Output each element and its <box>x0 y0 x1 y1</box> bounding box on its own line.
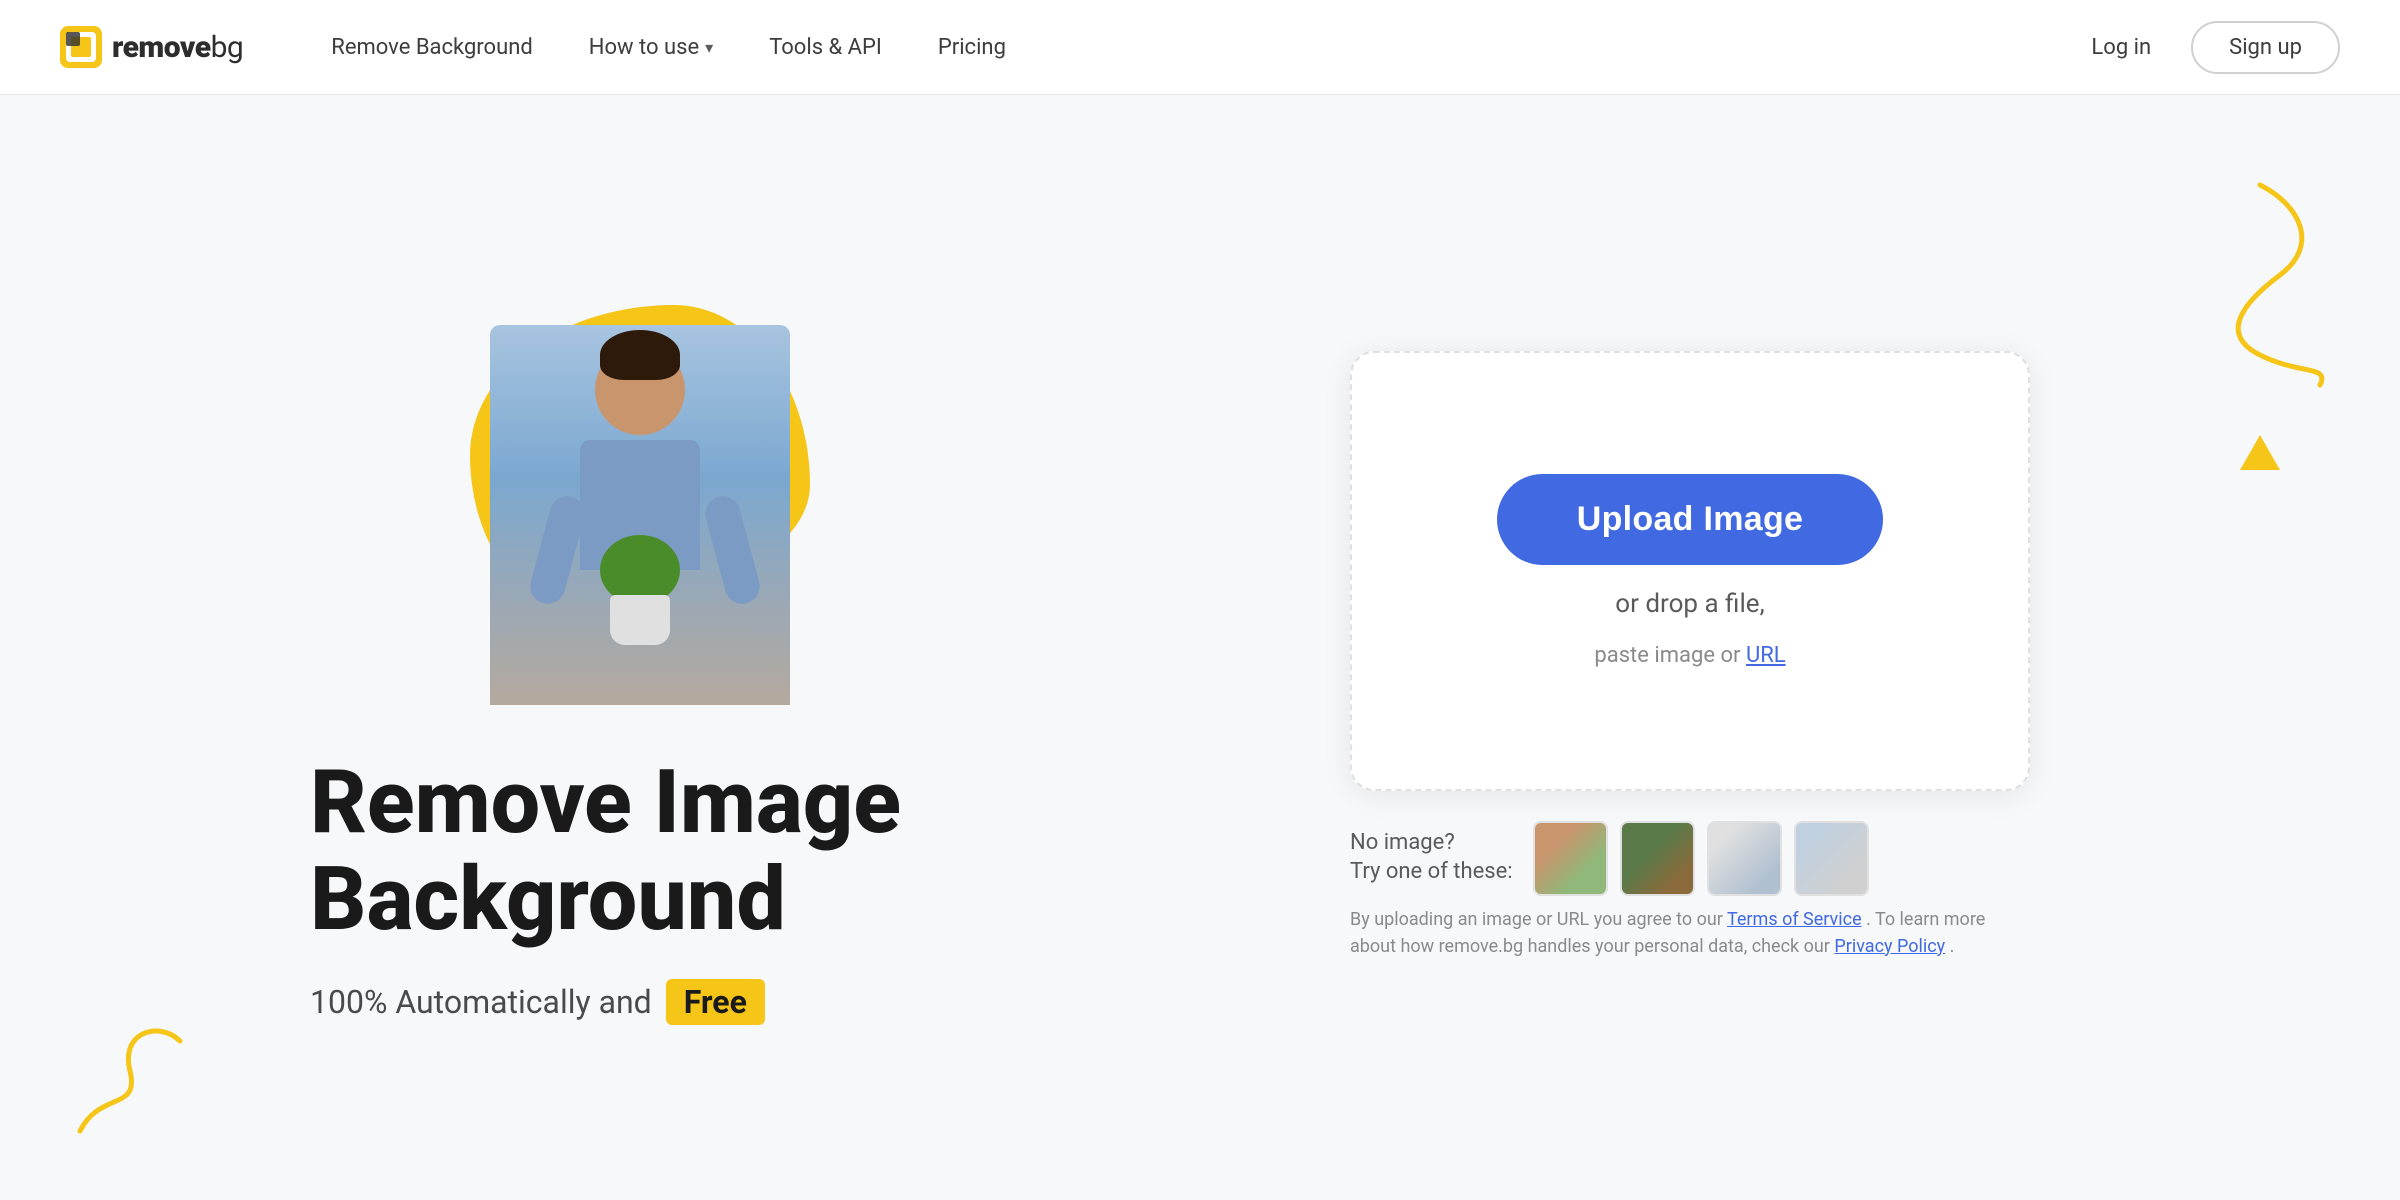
deco-squiggle-top-right <box>2180 175 2340 399</box>
sample-images-container <box>1533 821 1869 896</box>
chevron-down-icon: ▾ <box>705 38 713 57</box>
drop-file-text: or drop a file, <box>1615 589 1764 619</box>
sample-image-1[interactable] <box>1533 821 1608 896</box>
person-head <box>595 345 685 435</box>
navbar: removebg Remove Background How to use ▾ … <box>0 0 2400 95</box>
url-link[interactable]: URL <box>1746 643 1786 668</box>
pot-body <box>610 595 670 645</box>
hero-subtitle: 100% Automatically and Free <box>310 979 1210 1025</box>
signup-button[interactable]: Sign up <box>2191 21 2340 74</box>
nav-item-tools-api[interactable]: Tools & API <box>741 25 910 70</box>
deco-triangle-icon <box>2240 435 2280 479</box>
nav-auth: Log in Sign up <box>2071 21 2340 74</box>
nav-item-how-to-use[interactable]: How to use ▾ <box>561 25 741 70</box>
brand-name: removebg <box>112 30 243 65</box>
sample-image-2[interactable] <box>1620 821 1695 896</box>
person-arm-right <box>701 493 763 608</box>
privacy-link[interactable]: Privacy Policy <box>1834 936 1945 957</box>
terms-text: By uploading an image or URL you agree t… <box>1350 906 2030 960</box>
hero-image-container <box>410 285 970 705</box>
hero-left-content: Remove Image Background 100% Automatical… <box>310 285 1210 1025</box>
person-hair <box>600 330 680 380</box>
plant-illustration <box>600 535 680 645</box>
nav-item-pricing[interactable]: Pricing <box>910 25 1034 70</box>
no-image-label: No image?Try one of these: <box>1350 829 1513 886</box>
nav-item-remove-background[interactable]: Remove Background <box>303 25 561 70</box>
upload-dropzone[interactable]: Upload Image or drop a file, paste image… <box>1350 351 2030 791</box>
hero-title: Remove Image Background <box>310 755 1210 949</box>
sample-image-4[interactable] <box>1794 821 1869 896</box>
hero-right-content: Upload Image or drop a file, paste image… <box>1290 351 2090 960</box>
sample-image-3[interactable] <box>1707 821 1782 896</box>
hero-section: Remove Image Background 100% Automatical… <box>0 95 2400 1195</box>
login-button[interactable]: Log in <box>2071 25 2171 70</box>
logo-icon <box>60 26 102 68</box>
nav-links: Remove Background How to use ▾ Tools & A… <box>303 25 2071 70</box>
sample-images-row: No image?Try one of these: <box>1350 821 2030 896</box>
terms-link[interactable]: Terms of Service <box>1727 909 1862 930</box>
deco-squiggle-bottom-left <box>60 1011 200 1155</box>
logo-link[interactable]: removebg <box>60 26 243 68</box>
paste-image-text: paste image or URL <box>1594 643 1785 668</box>
hero-person-illustration <box>490 325 790 705</box>
upload-image-button[interactable]: Upload Image <box>1497 474 1884 565</box>
free-badge: Free <box>666 979 765 1025</box>
